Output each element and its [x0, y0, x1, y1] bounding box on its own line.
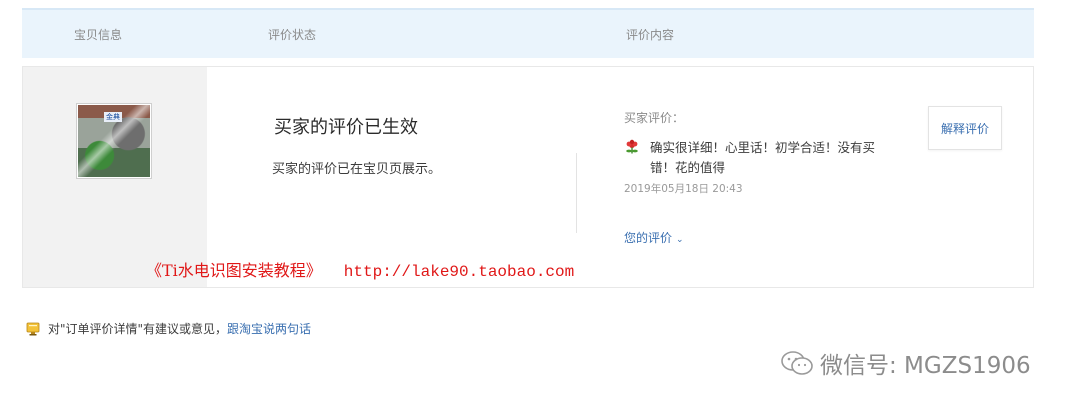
review-card: 金典 买家的评价已生效 买家的评价已在宝贝页展示。 买家评价： 确实很详细！心里… — [22, 66, 1034, 288]
your-review-label: 您的评价 — [624, 231, 673, 245]
item-info-column: 金典 — [23, 67, 207, 287]
review-status-title: 买家的评价已生效 — [274, 117, 418, 138]
item-thumbnail[interactable]: 金典 — [76, 103, 152, 179]
column-header-item-info: 宝贝信息 — [74, 28, 123, 42]
explain-review-button[interactable]: 解释评价 — [928, 106, 1002, 150]
flower-icon — [626, 139, 638, 154]
review-status-description: 买家的评价已在宝贝页展示。 — [272, 162, 442, 177]
buyer-review-label: 买家评价： — [624, 111, 685, 125]
feedback-bar: 对"订单评价详情"有建议或意见， 跟淘宝说两句话 — [26, 320, 311, 337]
feedback-text: 对"订单评价详情"有建议或意见， — [48, 322, 228, 336]
watermark-overlay: 《Ti水电识图安装教程》 http://lake90.taobao.com — [146, 257, 574, 281]
wechat-icon — [781, 351, 813, 375]
watermark-url: http://lake90.taobao.com — [343, 263, 575, 281]
watermark-title: 《Ti水电识图安装教程》 — [146, 261, 322, 280]
wechat-watermark: 微信号: MGZS1906 — [780, 346, 1031, 380]
buyer-review-comment: 确实很详细！心里话！初学合适！没有买错！花的值得 — [650, 140, 876, 175]
column-header-review-status: 评价状态 — [268, 28, 317, 42]
column-divider — [576, 153, 577, 233]
item-thumbnail-badge: 金典 — [104, 112, 122, 122]
your-review-toggle[interactable]: 您的评价 ⌄ — [624, 229, 684, 246]
wechat-id-text: 微信号: MGZS1906 — [820, 353, 1031, 379]
buyer-review-time: 2019年05月18日 20:43 — [624, 183, 743, 195]
chevron-down-icon: ⌄ — [676, 235, 684, 245]
feedback-link[interactable]: 跟淘宝说两句话 — [227, 320, 311, 337]
column-header-review-content: 评价内容 — [626, 28, 675, 42]
trophy-icon — [26, 322, 40, 335]
table-header: 宝贝信息 评价状态 评价内容 — [22, 8, 1034, 58]
